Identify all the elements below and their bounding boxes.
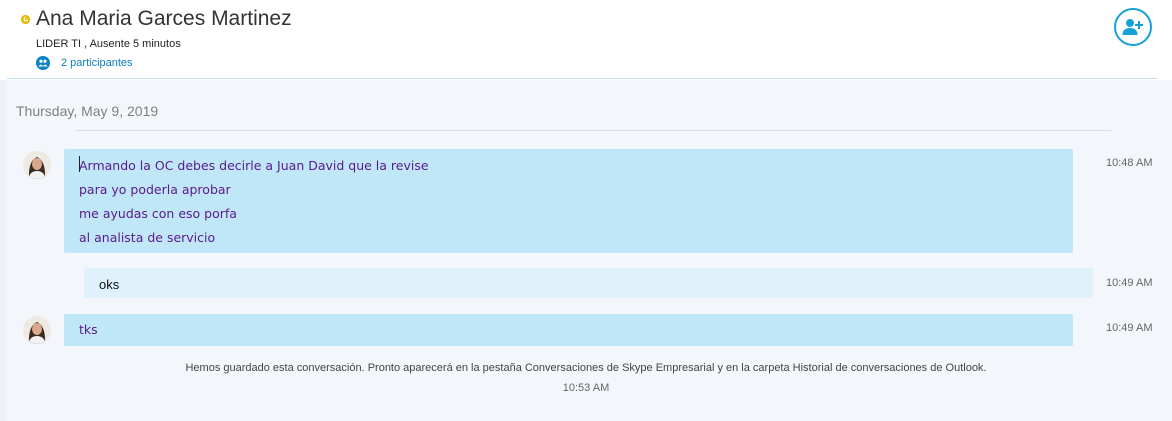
saved-conversation-notice: Hemos guardado esta conversación. Pronto… <box>185 362 987 374</box>
contact-avatar[interactable] <box>23 151 51 179</box>
message-line: tks <box>79 322 98 337</box>
participants-label: 2 participantes <box>61 57 133 69</box>
add-person-button[interactable] <box>1114 8 1152 46</box>
date-separator: Thursday, May 9, 2019 <box>16 103 159 119</box>
message-time: 10:48 AM <box>1106 157 1153 169</box>
contact-name[interactable]: Ana Maria Garces Martinez <box>36 7 292 31</box>
message-line: Armando la OC debes decirle a Juan David… <box>79 158 429 173</box>
message-bubble[interactable]: tks <box>64 314 1073 346</box>
message-time: 10:49 AM <box>1106 322 1153 334</box>
message-line: me ayudas con eso porfa <box>79 206 237 221</box>
message-line: al analista de servicio <box>79 230 216 245</box>
header-divider <box>7 78 1157 79</box>
contact-avatar[interactable] <box>23 316 51 344</box>
participants-button[interactable]: 2 participantes <box>36 56 133 70</box>
message-bubble[interactable]: Armando la OC debes decirle a Juan David… <box>64 149 1073 253</box>
saved-notice-time: 10:53 AM <box>562 382 610 394</box>
message-line: para yo poderla aprobar <box>79 182 231 197</box>
date-divider <box>76 130 1111 131</box>
contact-status: LIDER TI , Ausente 5 minutos <box>36 38 181 50</box>
message-bubble-outgoing[interactable]: oks <box>84 268 1093 298</box>
message-line: oks <box>99 277 120 292</box>
away-clock-icon <box>21 15 30 24</box>
text-cursor <box>79 156 80 172</box>
participants-icon <box>36 56 50 70</box>
conversation-header: Ana Maria Garces Martinez LIDER TI , Aus… <box>0 0 1172 80</box>
add-person-icon <box>1122 19 1143 35</box>
message-time: 10:49 AM <box>1106 277 1153 289</box>
